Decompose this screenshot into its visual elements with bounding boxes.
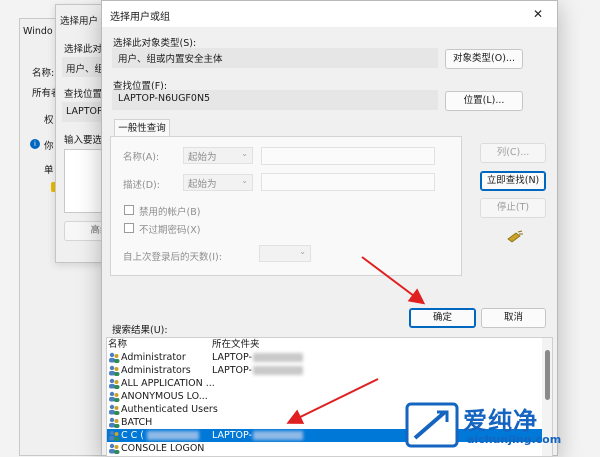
watermark-url: aichunjing.com [467, 433, 562, 446]
watermark-brand: 爱纯净 [463, 407, 538, 435]
watermark-logo-icon [405, 402, 459, 448]
arrow-to-ok [361, 256, 426, 305]
annotation-arrows [286, 256, 426, 424]
arrow-to-selected-user [286, 378, 379, 424]
